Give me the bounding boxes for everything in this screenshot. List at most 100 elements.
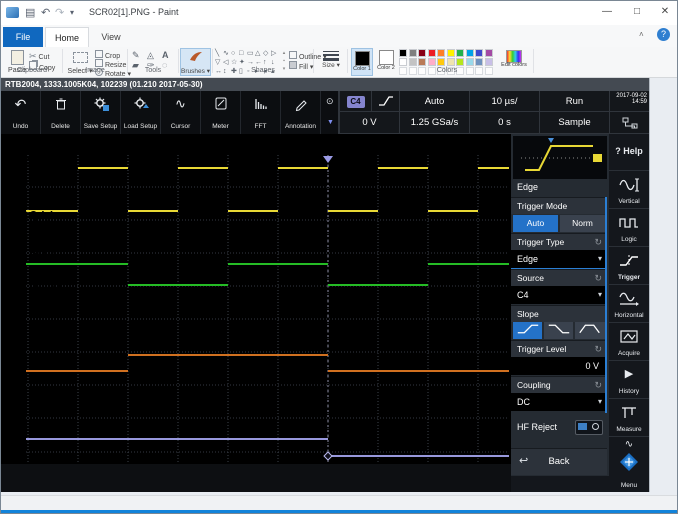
slope-falling-button[interactable] xyxy=(544,322,573,339)
sidebar-item-help[interactable]: ? Help xyxy=(609,134,649,171)
sidebar-item-logic[interactable]: Logic xyxy=(609,209,649,247)
scope-fft-button[interactable]: FFT xyxy=(241,91,281,134)
tab-view[interactable]: View xyxy=(91,27,131,47)
panel-scroll-indicator[interactable] xyxy=(605,197,607,413)
scope-undo-button[interactable]: ↶ Undo xyxy=(1,91,41,134)
reset-icon[interactable]: ↻ xyxy=(594,341,602,358)
scope-cursor-button[interactable]: ∿ Cursor xyxy=(161,91,201,134)
plot-overlay: 1,64 V-2,36 V-4,36 V-6,36 V-8,36 V-10,36… xyxy=(1,155,511,485)
palette-color[interactable] xyxy=(485,58,493,66)
sidebar-item-horizontal[interactable]: Horizontal xyxy=(609,285,649,323)
size-button[interactable]: Size ▾ xyxy=(317,48,345,76)
slope-both-button[interactable] xyxy=(575,322,605,339)
palette-color[interactable] xyxy=(456,49,464,57)
trigger-level-value[interactable]: 0 V xyxy=(511,357,607,375)
shape-glyph[interactable]: ☆ xyxy=(231,58,237,67)
sidebar-item-measure[interactable]: Measure xyxy=(609,399,649,437)
scope-meter-button[interactable]: Meter xyxy=(201,91,241,134)
palette-color[interactable] xyxy=(447,58,455,66)
size-icon xyxy=(323,51,339,61)
tab-home[interactable]: Home xyxy=(45,27,89,47)
sidebar-item-trigger[interactable]: Trigger xyxy=(609,247,649,285)
scope-delete-button[interactable]: Delete xyxy=(41,91,81,134)
shape-glyph[interactable]: ▭ xyxy=(247,49,254,58)
shape-glyph[interactable]: ▽ xyxy=(215,58,220,67)
trigger-level-header: Trigger Level↻ xyxy=(511,340,607,357)
palette-color[interactable] xyxy=(466,49,474,57)
shape-glyph[interactable]: ↑ xyxy=(263,58,267,67)
shape-glyph[interactable]: ◁ xyxy=(223,58,228,67)
quick-access-dropdown-icon[interactable]: ▾ xyxy=(70,2,74,24)
trigger-mode-cell[interactable]: Auto xyxy=(399,91,469,112)
shape-glyph[interactable]: □ xyxy=(239,49,243,58)
color2-button[interactable]: Color 2 xyxy=(375,48,397,76)
toolbar-more[interactable]: ⊙ ▼ xyxy=(321,91,339,134)
reset-icon[interactable]: ↻ xyxy=(594,270,602,287)
shape-glyph[interactable]: △ xyxy=(255,49,260,58)
shape-glyph[interactable]: ← xyxy=(255,58,262,67)
trigger-level-cell[interactable]: 0 V xyxy=(339,112,399,134)
text-tool-icon[interactable]: A xyxy=(162,50,169,60)
scope-save-setup-button[interactable]: Save Setup xyxy=(81,91,121,134)
sidebar-item-vertical[interactable]: Vertical xyxy=(609,171,649,209)
shape-glyph[interactable]: ↓ xyxy=(271,58,275,67)
palette-color[interactable] xyxy=(418,58,426,66)
slope-rising-button[interactable] xyxy=(513,322,542,339)
edit-colors-button[interactable]: Edit colors xyxy=(499,48,529,76)
palette-color[interactable] xyxy=(485,49,493,57)
run-state-cell[interactable]: Run xyxy=(539,91,609,112)
shape-glyph[interactable]: ✦ xyxy=(239,58,245,67)
coupling-dropdown[interactable]: DC▾ xyxy=(511,393,607,411)
minimize-button[interactable]: — xyxy=(593,1,621,23)
sidebar-item-menu[interactable]: ∿ Menu xyxy=(609,437,649,492)
shape-glyph[interactable]: ▷ xyxy=(271,49,276,58)
palette-color[interactable] xyxy=(399,49,407,57)
shape-glyph[interactable]: ○ xyxy=(231,49,235,58)
scope-load-setup-button[interactable]: Load Setup xyxy=(121,91,161,134)
palette-color[interactable] xyxy=(428,49,436,57)
palette-color[interactable] xyxy=(437,49,445,57)
help-icon[interactable]: ? xyxy=(657,28,670,41)
color1-button[interactable]: Color 1 xyxy=(351,48,373,76)
y-axis-label: -16,36 V xyxy=(1,299,511,317)
palette-color[interactable] xyxy=(475,58,483,66)
close-button[interactable]: ✕ xyxy=(651,1,678,23)
palette-color[interactable] xyxy=(409,49,417,57)
palette-color[interactable] xyxy=(456,58,464,66)
palette-color[interactable] xyxy=(475,49,483,57)
palette-color[interactable] xyxy=(466,58,474,66)
palette-color[interactable] xyxy=(437,58,445,66)
horizontal-position-cell[interactable]: 0 s xyxy=(469,112,539,134)
save-icon[interactable]: ▤ xyxy=(25,2,35,24)
tab-file[interactable]: File xyxy=(3,27,43,47)
reset-icon[interactable]: ↻ xyxy=(594,377,602,394)
palette-color[interactable] xyxy=(399,58,407,66)
palette-color[interactable] xyxy=(418,49,426,57)
redo-icon[interactable]: ↷ xyxy=(55,2,64,24)
palette-color[interactable] xyxy=(447,49,455,57)
trigger-type-dropdown[interactable]: Edge▾ xyxy=(511,250,607,268)
timebase-cell[interactable]: 10 µs/ xyxy=(469,91,539,112)
trigger-mode-norm-button[interactable]: Norm xyxy=(560,215,605,232)
shape-glyph[interactable]: ∿ xyxy=(223,49,229,58)
ribbon-collapse-icon[interactable]: ˄ xyxy=(639,30,644,39)
maximize-button[interactable]: □ xyxy=(623,1,651,23)
shape-glyph[interactable]: ◇ xyxy=(263,49,268,58)
shape-glyph[interactable]: → xyxy=(247,58,254,67)
trigger-mode-auto-button[interactable]: Auto xyxy=(513,215,558,232)
palette-color[interactable] xyxy=(409,58,417,66)
hf-reject-toggle[interactable] xyxy=(575,420,603,435)
palette-color[interactable] xyxy=(428,58,436,66)
scope-annotation-button[interactable]: Annotation xyxy=(281,91,321,134)
undo-icon[interactable]: ↶ xyxy=(41,2,50,24)
shape-glyph[interactable]: ╲ xyxy=(215,49,219,58)
trigger-source-cell[interactable]: C4 xyxy=(339,91,371,112)
reset-icon[interactable]: ↻ xyxy=(594,234,602,251)
trigger-source-dropdown[interactable]: C4▾ xyxy=(511,286,607,304)
trigger-slope-cell[interactable] xyxy=(371,91,399,112)
sidebar-item-history[interactable]: ▶ History xyxy=(609,361,649,399)
back-button[interactable]: ↩ Back xyxy=(511,448,607,475)
acquisition-mode-cell[interactable]: Sample xyxy=(539,112,609,134)
brushes-button[interactable]: Brushes ▾ xyxy=(180,48,211,76)
sidebar-item-acquire[interactable]: Acquire xyxy=(609,323,649,361)
